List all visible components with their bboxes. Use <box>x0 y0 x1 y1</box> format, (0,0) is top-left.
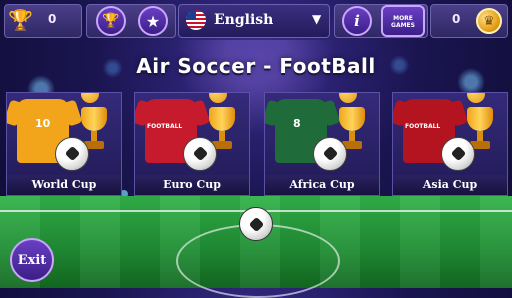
cup-card-asia[interactable]: FOOTBALL Asia Cup <box>392 92 508 196</box>
cup-label: World Cup <box>7 175 121 195</box>
cup-label: Euro Cup <box>135 175 249 195</box>
gold-ball-icon <box>339 93 357 103</box>
cup-card-euro[interactable]: FOOTBALL Euro Cup <box>134 92 250 196</box>
cup-label: Asia Cup <box>393 175 507 195</box>
gold-ball-icon <box>209 93 227 103</box>
trophy-count: 0 <box>48 12 57 26</box>
more-games-label: MORE GAMES <box>391 15 415 29</box>
soccer-ball-icon <box>55 137 89 171</box>
more-games-button[interactable]: MORE GAMES <box>381 5 425 37</box>
shirt-number: 8 <box>293 117 301 130</box>
favorite-button[interactable]: ★ <box>138 6 168 36</box>
info-icon: i <box>354 12 360 30</box>
trophy-icon: 🏆 <box>102 13 120 29</box>
chevron-down-icon: ▼ <box>312 12 322 26</box>
top-bar: 🏆 0 🏆 ★ English ▼ i MORE GAMES 0 ♛ <box>0 0 512 42</box>
coin-count: 0 <box>452 12 461 26</box>
leaderboard-button[interactable]: 🏆 <box>96 6 126 36</box>
exit-label: Exit <box>17 252 47 268</box>
shirt-number: FOOTBALL <box>147 123 183 130</box>
soccer-ball-icon <box>183 137 217 171</box>
cup-card-africa[interactable]: 8 Africa Cup <box>264 92 380 196</box>
language-label: English <box>214 12 274 28</box>
shirt-number: 10 <box>35 117 51 130</box>
shirt-number: FOOTBALL <box>405 123 441 130</box>
soccer-ball-icon <box>441 137 475 171</box>
soccer-ball-icon <box>239 207 273 241</box>
us-flag-icon <box>186 10 206 30</box>
info-button[interactable]: i <box>342 6 372 36</box>
cup-label: Africa Cup <box>265 175 379 195</box>
gold-ball-icon <box>81 93 99 103</box>
trophy-icon: 🏆 <box>8 8 33 32</box>
soccer-ball-icon <box>313 137 347 171</box>
game-title: Air Soccer - FootBall <box>136 54 376 78</box>
exit-button[interactable]: Exit <box>10 238 54 282</box>
star-icon: ★ <box>145 11 161 31</box>
gold-ball-icon <box>467 93 485 103</box>
cup-card-world[interactable]: 10 World Cup <box>6 92 122 196</box>
coin-icon: ♛ <box>476 8 502 34</box>
